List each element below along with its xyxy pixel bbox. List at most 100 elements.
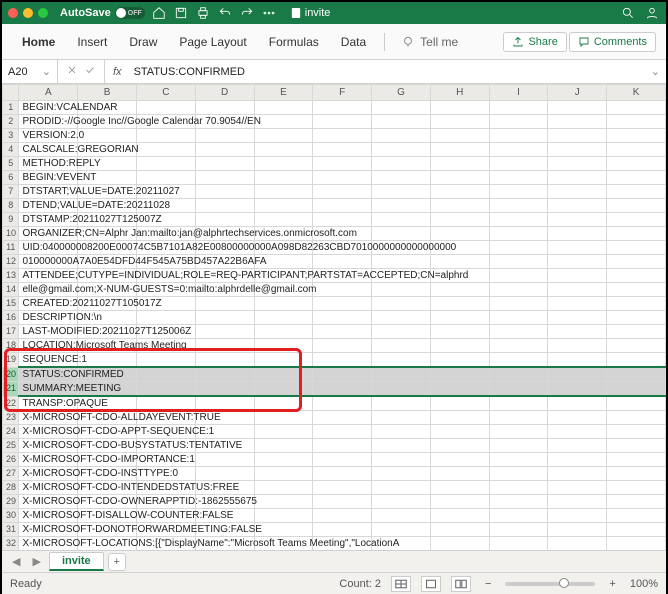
cell[interactable] <box>254 481 313 495</box>
table-row[interactable]: 8DTEND;VALUE=DATE:20211028 <box>3 199 666 213</box>
cell[interactable] <box>607 396 666 411</box>
cell[interactable] <box>313 101 372 115</box>
table-row[interactable]: 31X-MICROSOFT-DONOTFORWARDMEETING:FALSE <box>3 523 666 537</box>
cell[interactable] <box>548 115 607 129</box>
cell[interactable] <box>430 353 489 368</box>
cell[interactable] <box>313 143 372 157</box>
expand-formula-icon[interactable]: ⌄ <box>645 65 666 78</box>
cell[interactable] <box>489 283 548 297</box>
cell[interactable] <box>372 129 431 143</box>
column-header[interactable]: D <box>195 85 254 101</box>
table-row[interactable]: 14 elle@gmail.com;X-NUM-GUESTS=0:mailto:… <box>3 283 666 297</box>
cell[interactable] <box>430 367 489 382</box>
zoom-out-button[interactable]: − <box>481 578 495 590</box>
cell[interactable] <box>372 325 431 339</box>
cell[interactable] <box>313 283 372 297</box>
cell[interactable] <box>430 481 489 495</box>
cell[interactable] <box>607 325 666 339</box>
row-header[interactable]: 24 <box>3 425 19 439</box>
cell[interactable] <box>313 213 372 227</box>
cell[interactable]: TRANSP:OPAQUE <box>19 396 78 411</box>
table-row[interactable]: 12 010000000A7A0E54DFD44F545A75BD457A22B… <box>3 255 666 269</box>
cell[interactable] <box>372 495 431 509</box>
cell[interactable] <box>489 115 548 129</box>
table-row[interactable]: 5METHOD:REPLY <box>3 157 666 171</box>
cell[interactable] <box>372 396 431 411</box>
cell[interactable] <box>195 353 254 368</box>
enter-icon[interactable] <box>84 64 96 79</box>
cell[interactable] <box>489 185 548 199</box>
row-header[interactable]: 26 <box>3 453 19 467</box>
cell[interactable] <box>430 382 489 397</box>
cell[interactable] <box>489 481 548 495</box>
cell[interactable] <box>489 227 548 241</box>
row-header[interactable]: 21 <box>3 382 19 397</box>
cell[interactable]: DTEND;VALUE=DATE:20211028 <box>19 199 78 213</box>
view-normal-icon[interactable] <box>391 576 411 592</box>
cell[interactable] <box>430 171 489 185</box>
cell[interactable] <box>548 213 607 227</box>
cell[interactable] <box>372 143 431 157</box>
row-header[interactable]: 2 <box>3 115 19 129</box>
cell[interactable] <box>607 115 666 129</box>
cell[interactable] <box>607 269 666 283</box>
cell[interactable] <box>195 325 254 339</box>
cell[interactable] <box>489 157 548 171</box>
row-header[interactable]: 12 <box>3 255 19 269</box>
cell[interactable] <box>430 411 489 425</box>
cell[interactable] <box>195 297 254 311</box>
cell[interactable] <box>430 453 489 467</box>
cell[interactable] <box>372 411 431 425</box>
print-icon[interactable] <box>195 5 211 21</box>
cell[interactable] <box>607 537 666 551</box>
row-header[interactable]: 10 <box>3 227 19 241</box>
cell[interactable] <box>489 453 548 467</box>
tellme-search[interactable]: Tell me <box>401 35 458 49</box>
column-header[interactable]: I <box>489 85 548 101</box>
cell[interactable]: elle@gmail.com;X-NUM-GUESTS=0:mailto:alp… <box>19 283 78 297</box>
cell[interactable] <box>313 115 372 129</box>
cell[interactable] <box>195 339 254 353</box>
scroll-left-icon[interactable]: ◀ <box>8 555 24 568</box>
cell[interactable] <box>372 213 431 227</box>
row-header[interactable]: 18 <box>3 339 19 353</box>
cell[interactable] <box>607 143 666 157</box>
cell[interactable] <box>548 157 607 171</box>
cell[interactable] <box>372 297 431 311</box>
cell[interactable]: SEQUENCE:1 <box>19 353 78 368</box>
column-header[interactable]: H <box>430 85 489 101</box>
cell[interactable] <box>548 382 607 397</box>
cell[interactable] <box>430 425 489 439</box>
select-all-corner[interactable] <box>3 85 19 101</box>
cell[interactable] <box>489 523 548 537</box>
cell[interactable] <box>430 185 489 199</box>
cell[interactable]: X-MICROSOFT-CDO-INTENDEDSTATUS:FREE <box>19 481 78 495</box>
cell[interactable] <box>313 367 372 382</box>
cell[interactable] <box>313 495 372 509</box>
cell[interactable]: X-MICROSOFT-LOCATIONS:[{"DisplayName":"M… <box>19 537 78 551</box>
cell[interactable] <box>607 283 666 297</box>
cell[interactable] <box>548 453 607 467</box>
add-sheet-button[interactable]: + <box>108 553 126 571</box>
cell[interactable] <box>489 325 548 339</box>
cell[interactable] <box>548 411 607 425</box>
cell[interactable] <box>254 199 313 213</box>
cell[interactable] <box>254 439 313 453</box>
table-row[interactable]: 30X-MICROSOFT-DISALLOW-COUNTER:FALSE <box>3 509 666 523</box>
cell[interactable] <box>254 297 313 311</box>
row-header[interactable]: 15 <box>3 297 19 311</box>
cell[interactable] <box>548 523 607 537</box>
table-row[interactable]: 32X-MICROSOFT-LOCATIONS:[{"DisplayName":… <box>3 537 666 551</box>
cell[interactable]: LOCATION:Microsoft Teams Meeting <box>19 339 78 353</box>
cell[interactable] <box>372 283 431 297</box>
cell[interactable] <box>489 467 548 481</box>
table-row[interactable]: 18LOCATION:Microsoft Teams Meeting <box>3 339 666 353</box>
cell[interactable]: DTSTART;VALUE=DATE:20211027 <box>19 185 78 199</box>
cell[interactable] <box>254 509 313 523</box>
cell[interactable] <box>430 227 489 241</box>
cell[interactable] <box>548 227 607 241</box>
cell[interactable] <box>254 367 313 382</box>
cell[interactable] <box>548 353 607 368</box>
cell[interactable] <box>607 523 666 537</box>
cell[interactable]: X-MICROSOFT-DISALLOW-COUNTER:FALSE <box>19 509 78 523</box>
